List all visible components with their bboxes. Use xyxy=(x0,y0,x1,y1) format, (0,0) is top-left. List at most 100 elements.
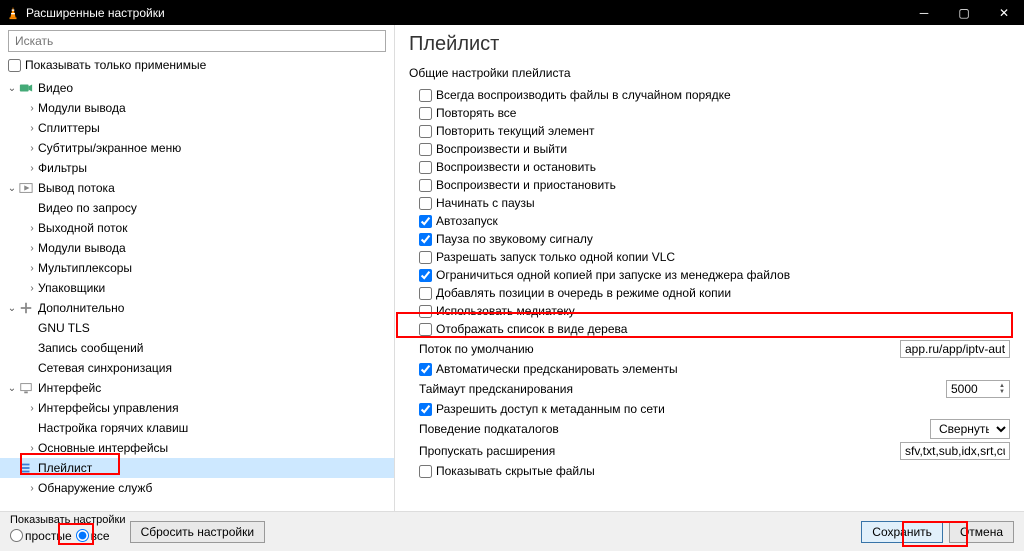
prescan-timeout-input[interactable]: 5000 ▲▼ xyxy=(946,380,1010,398)
show-hidden-checkbox[interactable] xyxy=(419,465,432,478)
tree-item-label: Сетевая синхронизация xyxy=(38,361,172,375)
option-label: Пауза по звуковому сигналу xyxy=(436,232,593,246)
tree-item[interactable]: ›Упаковщики xyxy=(0,278,394,298)
close-button[interactable]: ✕ xyxy=(984,0,1024,25)
option-row[interactable]: Разрешать запуск только одной копии VLC xyxy=(409,248,1010,266)
option-checkbox[interactable] xyxy=(419,125,432,138)
default-stream-input[interactable] xyxy=(900,340,1010,358)
maximize-button[interactable]: ▢ xyxy=(944,0,984,25)
option-checkbox[interactable] xyxy=(419,251,432,264)
auto-prescan-checkbox[interactable] xyxy=(419,363,432,376)
skip-ext-input[interactable] xyxy=(900,442,1010,460)
option-label: Отображать список в виде дерева xyxy=(436,322,627,336)
option-row[interactable]: Добавлять позиции в очередь в режиме одн… xyxy=(409,284,1010,302)
tree-item[interactable]: ›Выходной поток xyxy=(0,218,394,238)
tree-item[interactable]: ⌄Интерфейс xyxy=(0,378,394,398)
show-hidden-row[interactable]: Показывать скрытые файлы xyxy=(409,462,1010,480)
tree-item[interactable]: ›Сплиттеры xyxy=(0,118,394,138)
option-checkbox[interactable] xyxy=(419,107,432,120)
tree-item[interactable]: ⌄Видео xyxy=(0,78,394,98)
option-checkbox[interactable] xyxy=(419,89,432,102)
option-row[interactable]: Воспроизвести и выйти xyxy=(409,140,1010,158)
tree-item[interactable]: ›GNU TLS xyxy=(0,318,394,338)
cancel-button[interactable]: Отмена xyxy=(949,521,1014,543)
tree-item-label: Плейлист xyxy=(38,461,92,475)
reset-button[interactable]: Сбросить настройки xyxy=(130,521,265,543)
tree-item[interactable]: ›Интерфейсы управления xyxy=(0,398,394,418)
option-row[interactable]: Пауза по звуковому сигналу xyxy=(409,230,1010,248)
option-row[interactable]: Воспроизвести и приостановить xyxy=(409,176,1010,194)
tree-item[interactable]: ›Сетевая синхронизация xyxy=(0,358,394,378)
chevron-down-icon: ⌄ xyxy=(6,183,18,194)
tree-item[interactable]: ›Модули вывода xyxy=(0,98,394,118)
option-checkbox[interactable] xyxy=(419,233,432,246)
tree-item[interactable]: ›Запись сообщений xyxy=(0,338,394,358)
option-label: Повторять все xyxy=(436,106,516,120)
window-title: Расширенные настройки xyxy=(26,6,904,20)
tree-item-label: Интерфейс xyxy=(38,381,101,395)
option-label: Использовать медиатеку xyxy=(436,304,575,318)
tree-item[interactable]: ⌄Дополнительно xyxy=(0,298,394,318)
option-row[interactable]: Использовать медиатеку xyxy=(409,302,1010,320)
option-label: Воспроизвести и выйти xyxy=(436,142,567,156)
tree-item[interactable]: ›Фильтры xyxy=(0,158,394,178)
allow-meta-checkbox[interactable] xyxy=(419,403,432,416)
tree-item[interactable]: ›Субтитры/экранное меню xyxy=(0,138,394,158)
option-row[interactable]: Ограничиться одной копией при запуске из… xyxy=(409,266,1010,284)
page-title: Плейлист xyxy=(409,33,1010,56)
tree-item[interactable]: ›Основные интерфейсы xyxy=(0,438,394,458)
search-input[interactable] xyxy=(8,30,386,52)
option-checkbox[interactable] xyxy=(419,179,432,192)
tree-item-label: Настройка горячих клавиш xyxy=(38,421,188,435)
tree-item-label: Основные интерфейсы xyxy=(38,441,168,455)
option-row[interactable]: Всегда воспроизводить файлы в случайном … xyxy=(409,86,1010,104)
tree-item-label: Видео xyxy=(38,81,73,95)
option-row[interactable]: Отображать список в виде дерева xyxy=(409,320,1010,338)
show-applicable-checkbox[interactable]: Показывать только применимые xyxy=(0,56,394,76)
save-button[interactable]: Сохранить xyxy=(861,521,943,543)
option-checkbox[interactable] xyxy=(419,269,432,282)
allow-meta-row[interactable]: Разрешить доступ к метаданным по сети xyxy=(409,400,1010,418)
prescan-timeout-label: Таймаут предсканирования xyxy=(419,382,573,396)
option-checkbox[interactable] xyxy=(419,143,432,156)
minimize-button[interactable]: ─ xyxy=(904,0,944,25)
subdir-behavior-select[interactable]: Свернуть xyxy=(930,419,1010,439)
option-row[interactable]: Повторять все xyxy=(409,104,1010,122)
main-panel: Плейлист Общие настройки плейлиста Всегд… xyxy=(395,25,1024,511)
chevron-right-icon: › xyxy=(26,243,38,254)
option-label: Всегда воспроизводить файлы в случайном … xyxy=(436,88,731,102)
tree-item[interactable]: ›Модули вывода xyxy=(0,238,394,258)
option-checkbox[interactable] xyxy=(419,287,432,300)
option-row[interactable]: Воспроизвести и остановить xyxy=(409,158,1010,176)
tree-item-label: Запись сообщений xyxy=(38,341,144,355)
option-checkbox[interactable] xyxy=(419,323,432,336)
radio-simple[interactable]: простые xyxy=(10,529,72,543)
option-row[interactable]: Автозапуск xyxy=(409,212,1010,230)
option-label: Автозапуск xyxy=(436,214,498,228)
option-checkbox[interactable] xyxy=(419,161,432,174)
tree-item[interactable]: ›Обнаружение служб xyxy=(0,478,394,498)
chevron-right-icon: › xyxy=(26,103,38,114)
option-row[interactable]: Повторить текущий элемент xyxy=(409,122,1010,140)
tree-item-label: Дополнительно xyxy=(38,301,124,315)
tree-item[interactable]: ⌄Вывод потока xyxy=(0,178,394,198)
option-checkbox[interactable] xyxy=(419,197,432,210)
spinner-icon[interactable]: ▲▼ xyxy=(980,383,1005,395)
tree-item-label: Обнаружение служб xyxy=(38,481,152,495)
chevron-right-icon: › xyxy=(26,263,38,274)
auto-prescan-row[interactable]: Автоматически предсканировать элементы xyxy=(409,360,1010,378)
tree-item[interactable]: ›Мультиплексоры xyxy=(0,258,394,278)
footer: Показывать настройки простые все Сбросит… xyxy=(0,511,1024,551)
option-checkbox[interactable] xyxy=(419,215,432,228)
radio-all[interactable]: все xyxy=(76,529,110,543)
tree-item[interactable]: ›Видео по запросу xyxy=(0,198,394,218)
option-label: Начинать с паузы xyxy=(436,196,535,210)
option-row[interactable]: Начинать с паузы xyxy=(409,194,1010,212)
option-checkbox[interactable] xyxy=(419,305,432,318)
option-label: Добавлять позиции в очередь в режиме одн… xyxy=(436,286,731,300)
stream-icon xyxy=(18,181,34,195)
settings-tree[interactable]: ⌄Видео›Модули вывода›Сплиттеры›Субтитры/… xyxy=(0,76,394,511)
tree-item[interactable]: ›Плейлист xyxy=(0,458,394,478)
tree-item[interactable]: ›Настройка горячих клавиш xyxy=(0,418,394,438)
chevron-right-icon: › xyxy=(26,143,38,154)
